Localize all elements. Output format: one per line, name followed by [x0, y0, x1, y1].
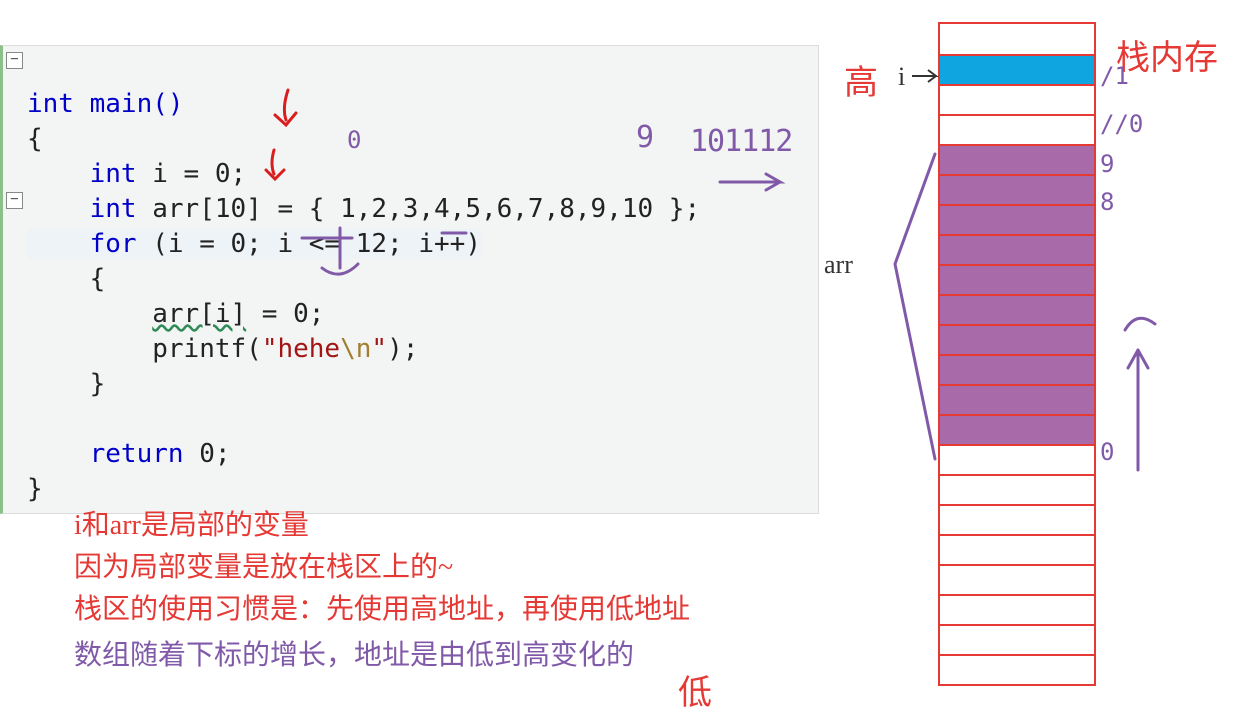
brace-arr: [895, 154, 935, 459]
note-line: 栈区的使用习惯是：先使用高地址，再使用低地址: [74, 589, 690, 631]
arrow-up: [1128, 350, 1148, 470]
stack-cell-arr: [940, 384, 1094, 414]
brace-close: }: [90, 369, 106, 399]
label-arr: arr: [824, 250, 853, 280]
printf-escape: \n: [340, 334, 371, 364]
stack-cell: [940, 534, 1094, 564]
explanation-notes: i和arr是局部的变量 因为局部变量是放在栈区上的~ 栈区的使用习惯是：先使用高…: [74, 505, 690, 677]
label-idx8: 8: [1100, 188, 1114, 216]
printf-end: );: [387, 334, 418, 364]
ink-mark: [1125, 318, 1155, 330]
brace-close: }: [27, 474, 43, 504]
kw-return: return: [90, 439, 184, 469]
arrow-i: [912, 70, 936, 82]
kw-int: int main(): [27, 89, 184, 119]
label-idx0: 0: [1100, 438, 1114, 466]
ink-i-addr: /1: [1100, 62, 1129, 90]
fold-icon[interactable]: −: [6, 192, 23, 209]
stack-cell: [940, 444, 1094, 474]
code-lines: int main() { int i = 0; int arr[10] = { …: [27, 52, 818, 507]
stack-cell-arr9: [940, 144, 1094, 174]
printf-str: "hehe: [262, 334, 340, 364]
stack-cell-arr0: [940, 414, 1094, 444]
stack-cell-gap: [940, 114, 1094, 144]
label-i: i: [898, 62, 905, 92]
stack-cell-gap: [940, 84, 1094, 114]
for-head: (i = 0; i <= 12; i++): [137, 229, 481, 259]
stack-cell-i: [940, 54, 1094, 84]
assign-rhs: = 0;: [246, 299, 324, 329]
stack-cell: [940, 474, 1094, 504]
brace-open: {: [27, 124, 43, 154]
decl-arr: arr[10] = { 1,2,3,4,5,6,7,8,9,10 };: [137, 194, 701, 224]
ink-gap-addr: //0: [1100, 110, 1143, 138]
label-idx9: 9: [1100, 150, 1114, 178]
kw-for: for: [90, 229, 137, 259]
kw-int: int: [90, 194, 137, 224]
stack-cell: [940, 594, 1094, 624]
note-line: 数组随着下标的增长，地址是由低到高变化的: [74, 635, 690, 677]
printf-call: printf(: [152, 334, 262, 364]
stack-cell-arr: [940, 324, 1094, 354]
decl-i: i = 0;: [137, 159, 247, 189]
assign-lhs: arr[i]: [152, 299, 246, 329]
note-line: 因为局部变量是放在栈区上的~: [74, 547, 690, 589]
ink-zero: 0: [347, 126, 361, 154]
label-stack-title: 栈内存: [1116, 30, 1218, 79]
stack-cell-arr: [940, 234, 1094, 264]
stack-cell: [940, 504, 1094, 534]
stack-cell-arr8: [940, 174, 1094, 204]
stack-diagram: [938, 22, 1096, 686]
brace-open: {: [90, 264, 106, 294]
ink-seq: 101112: [690, 124, 792, 159]
ret-val: 0;: [184, 439, 231, 469]
label-low: 低: [678, 665, 712, 714]
fold-icon[interactable]: −: [6, 52, 23, 69]
label-high: 高: [844, 55, 878, 104]
stack-cell: [940, 624, 1094, 654]
code-editor: − − int main() { int i = 0; int arr[10] …: [0, 45, 819, 514]
stack-cell: [940, 564, 1094, 594]
kw-int: int: [90, 159, 137, 189]
stack-cell: [940, 654, 1094, 684]
stack-cell-arr: [940, 264, 1094, 294]
fold-gutter: − −: [6, 52, 26, 507]
stack-cell-arr: [940, 354, 1094, 384]
ink-nine: 9: [636, 120, 654, 155]
stack-cell: [940, 24, 1094, 54]
stack-cell-arr: [940, 294, 1094, 324]
stack-cell-arr: [940, 204, 1094, 234]
note-line: i和arr是局部的变量: [74, 505, 690, 547]
